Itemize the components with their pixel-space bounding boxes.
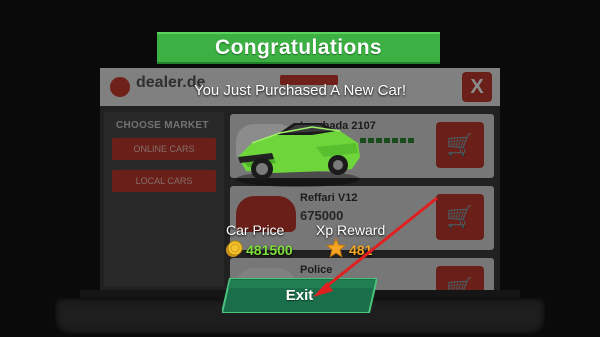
exit-button[interactable] <box>222 278 377 313</box>
congratulations-banner: Congratulations <box>157 32 440 64</box>
cart-icon[interactable]: 🛒 <box>436 122 484 168</box>
listing-price: 675000 <box>300 208 344 223</box>
cart-icon[interactable]: 🛒 <box>436 266 484 290</box>
purchase-message: You Just Purchased A New Car! <box>193 82 407 99</box>
xp-reward-value: 481 <box>349 242 373 258</box>
listing-name: Police <box>300 264 333 276</box>
coin-icon <box>226 240 243 257</box>
cart-icon[interactable]: 🛒 <box>436 194 484 240</box>
purchased-car-image <box>236 123 360 187</box>
game-scene: dealer.de X CHOOSE MARKET ONLINE CARS LO… <box>0 0 600 337</box>
stat-bars <box>360 138 416 143</box>
banner-title: Congratulations <box>215 36 382 59</box>
star-icon <box>326 238 346 258</box>
xp-reward-label: Xp Reward <box>316 222 386 238</box>
local-cars-button[interactable]: LOCAL CARS <box>112 170 216 192</box>
car-price-value: 481500 <box>246 242 293 258</box>
car-price-label: Car Price <box>226 222 285 238</box>
market-title: CHOOSE MARKET <box>116 120 209 131</box>
market-sidebar: CHOOSE MARKET ONLINE CARS LOCAL CARS <box>104 112 224 286</box>
online-cars-button[interactable]: ONLINE CARS <box>112 138 216 160</box>
listing-name: Reffari V12 <box>300 192 358 204</box>
listing-card: Reffari V12 675000 🛒 <box>230 186 494 250</box>
